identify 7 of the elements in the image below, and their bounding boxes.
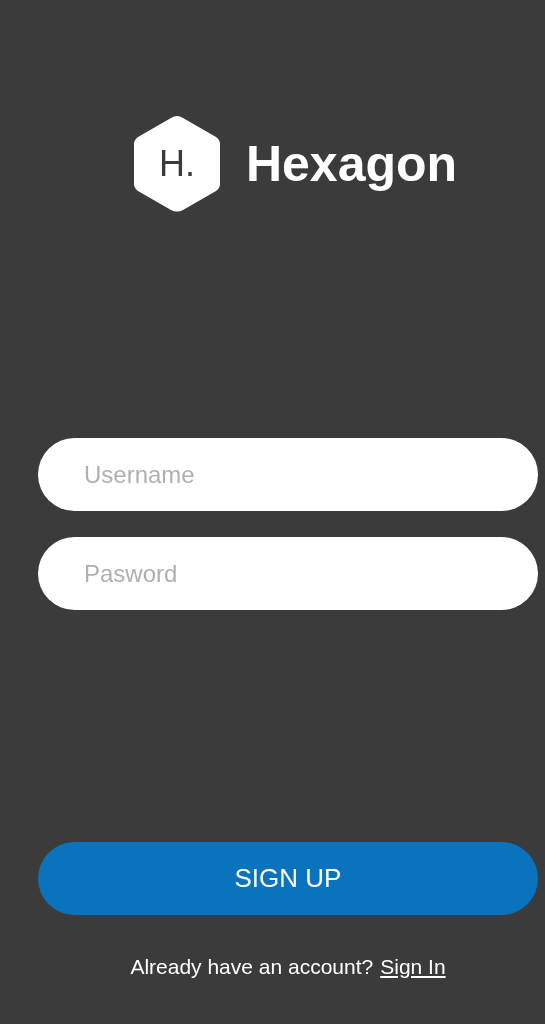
sign-in-link[interactable]: Sign In [380,955,446,979]
app-name: Hexagon [245,135,458,193]
account-prompt: Already have an account? [130,955,374,979]
username-field[interactable]: Username [38,438,538,511]
sign-up-button[interactable]: SIGN UP [38,842,538,915]
hexagon-logo: H. [131,114,222,214]
password-field[interactable]: Pasword [38,537,538,610]
